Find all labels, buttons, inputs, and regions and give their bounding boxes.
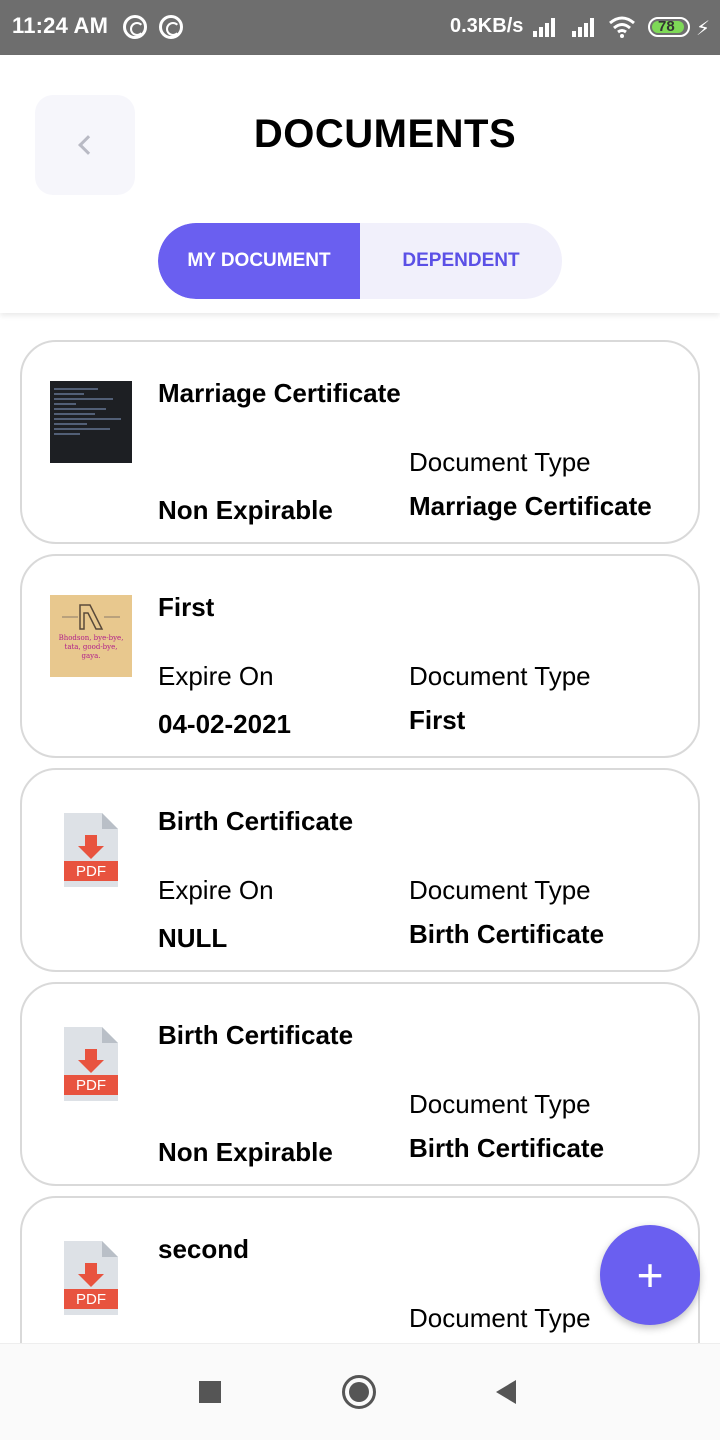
- charging-icon: ⚡: [696, 18, 711, 40]
- document-type-label: Document Type: [409, 875, 591, 905]
- pdf-label: PDF: [76, 1077, 106, 1094]
- document-type-label: Document Type: [409, 1303, 591, 1333]
- document-thumbnail: [50, 381, 132, 463]
- wifi-icon: [609, 16, 635, 38]
- recents-icon[interactable]: [199, 1381, 221, 1403]
- document-type-value: First: [409, 705, 466, 735]
- back-icon[interactable]: [496, 1380, 516, 1404]
- document-type-label: Document Type: [409, 447, 591, 477]
- svg-text:Bhodson, bye-bye,: Bhodson, bye-bye,: [59, 634, 124, 642]
- pdf-icon: PDF: [64, 813, 118, 887]
- document-tabs: MY DOCUMENT DEPENDENT: [158, 223, 562, 299]
- pdf-label: PDF: [76, 1291, 106, 1308]
- page-title: DOCUMENTS: [253, 112, 517, 156]
- status-time: 11:24 AM: [12, 13, 109, 38]
- document-thumbnail: Bhodson, bye-bye, tata, good-bye, gaya.: [50, 595, 132, 677]
- notification-icon: [123, 15, 147, 39]
- document-type-label: Document Type: [409, 1089, 591, 1119]
- document-type-value: Birth Certificate: [409, 1133, 605, 1163]
- document-type-label: Document Type: [409, 661, 591, 691]
- notification-icon: [159, 15, 183, 39]
- expiry-value: Non Expirable: [158, 1137, 333, 1167]
- document-name: Birth Certificate: [158, 806, 354, 836]
- document-card[interactable]: Marriage Certificate Non Expirable Docum…: [20, 340, 700, 544]
- document-card[interactable]: PDF Birth Certificate Non Expirable Docu…: [20, 982, 700, 1186]
- plus-icon: +: [636, 1249, 664, 1301]
- document-name: Birth Certificate: [158, 1020, 354, 1050]
- status-bar: 11:24 AM 0.3KB/s 78 ⚡: [0, 0, 720, 55]
- tab-dependent[interactable]: DEPENDENT: [360, 223, 562, 299]
- app-header: DOCUMENTS MY DOCUMENT DEPENDENT: [0, 55, 720, 313]
- svg-text:gaya.: gaya.: [81, 652, 100, 660]
- pdf-label: PDF: [76, 863, 106, 880]
- pdf-icon: PDF: [64, 1027, 118, 1101]
- document-name: Marriage Certificate: [158, 378, 401, 408]
- home-icon[interactable]: [342, 1375, 376, 1409]
- document-card[interactable]: Bhodson, bye-bye, tata, good-bye, gaya. …: [20, 554, 700, 758]
- document-card[interactable]: PDF second Document Type: [20, 1196, 700, 1343]
- add-document-button[interactable]: +: [600, 1225, 700, 1325]
- system-nav-bar: [0, 1343, 720, 1440]
- tab-my-document[interactable]: MY DOCUMENT: [158, 223, 360, 299]
- battery-icon: 78: [648, 17, 690, 37]
- pdf-icon: PDF: [64, 1241, 118, 1315]
- expiry-label: Expire On: [158, 875, 274, 905]
- svg-text:tata, good-bye,: tata, good-bye,: [65, 643, 118, 651]
- document-type-value: Marriage Certificate: [409, 491, 652, 521]
- document-type-value: Birth Certificate: [409, 919, 605, 949]
- battery-level: 78: [658, 18, 675, 35]
- document-name: First: [158, 592, 215, 622]
- expiry-value: Non Expirable: [158, 495, 333, 525]
- document-name: second: [158, 1234, 250, 1264]
- document-card[interactable]: PDF Birth Certificate Expire On NULL Doc…: [20, 768, 700, 972]
- network-speed: 0.3KB/s: [450, 15, 524, 37]
- expiry-value: NULL: [158, 923, 228, 953]
- document-list: Marriage Certificate Non Expirable Docum…: [0, 313, 720, 1343]
- expiry-label: Expire On: [158, 661, 274, 691]
- expiry-value: 04-02-2021: [158, 709, 291, 739]
